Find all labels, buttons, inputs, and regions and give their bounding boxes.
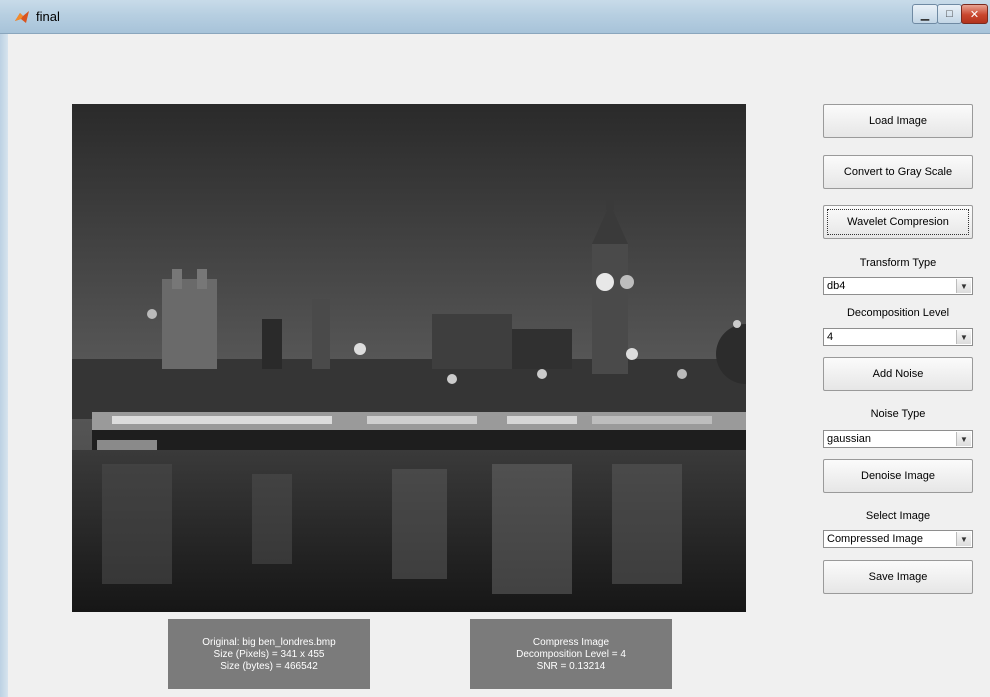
compress-decomposition-level: Decomposition Level = 4 [516, 649, 626, 660]
transform-type-value: db4 [827, 280, 846, 292]
save-image-label: Save Image [868, 571, 928, 583]
transform-type-select[interactable]: db4 ▼ [823, 277, 973, 295]
original-size-pixels: Size (Pixels) = 341 x 455 [213, 649, 325, 660]
window-frame-left [0, 34, 8, 697]
load-image-button[interactable]: Load Image [823, 104, 973, 138]
decomposition-level-value: 4 [827, 331, 834, 343]
chevron-down-icon: ▼ [956, 432, 971, 446]
compress-title: Compress Image [532, 637, 610, 648]
minimize-button[interactable]: ▁ [912, 4, 938, 24]
decomposition-level-select[interactable]: 4 ▼ [823, 328, 973, 346]
transform-type-label: Transform Type [859, 257, 937, 269]
load-image-label: Load Image [868, 115, 928, 127]
matlab-icon [15, 11, 29, 23]
add-noise-label: Add Noise [872, 368, 924, 380]
wavelet-compression-label: Wavelet Compresion [847, 216, 949, 228]
denoise-image-label: Denoise Image [861, 470, 935, 482]
noise-type-select[interactable]: gaussian ▼ [823, 430, 973, 448]
chevron-down-icon: ▼ [956, 330, 971, 344]
minimize-icon: ▁ [920, 8, 930, 21]
chevron-down-icon: ▼ [956, 279, 971, 293]
chevron-down-icon: ▼ [956, 532, 971, 546]
compress-snr: SNR = 0.13214 [536, 661, 606, 672]
decomposition-level-label: Decomposition Level [846, 307, 950, 319]
save-image-button[interactable]: Save Image [823, 560, 973, 594]
image-display [72, 104, 746, 612]
convert-gray-button[interactable]: Convert to Gray Scale [823, 155, 973, 189]
convert-gray-label: Convert to Gray Scale [843, 166, 953, 178]
original-info-box: Original: big ben_londres.bmp Size (Pixe… [168, 619, 370, 689]
close-button[interactable]: ✕ [961, 4, 988, 24]
select-image-value: Compressed Image [827, 533, 923, 545]
close-icon: ✕ [969, 8, 980, 21]
maximize-icon: □ [946, 8, 953, 20]
noise-type-value: gaussian [827, 433, 872, 445]
wavelet-compression-button[interactable]: Wavelet Compresion [823, 205, 973, 239]
original-filename: Original: big ben_londres.bmp [202, 637, 336, 648]
denoise-image-button[interactable]: Denoise Image [823, 459, 973, 493]
compress-info-box: Compress Image Decomposition Level = 4 S… [470, 619, 672, 689]
noise-type-label: Noise Type [870, 408, 926, 420]
select-image-select[interactable]: Compressed Image ▼ [823, 530, 973, 548]
window-title: final [36, 9, 60, 24]
maximize-button[interactable]: □ [937, 4, 962, 24]
grayscale-photo [72, 104, 746, 612]
window-titlebar[interactable]: final ▁ □ ✕ [0, 0, 990, 34]
select-image-label: Select Image [865, 510, 931, 522]
original-size-bytes: Size (bytes) = 466542 [220, 661, 318, 672]
add-noise-button[interactable]: Add Noise [823, 357, 973, 391]
